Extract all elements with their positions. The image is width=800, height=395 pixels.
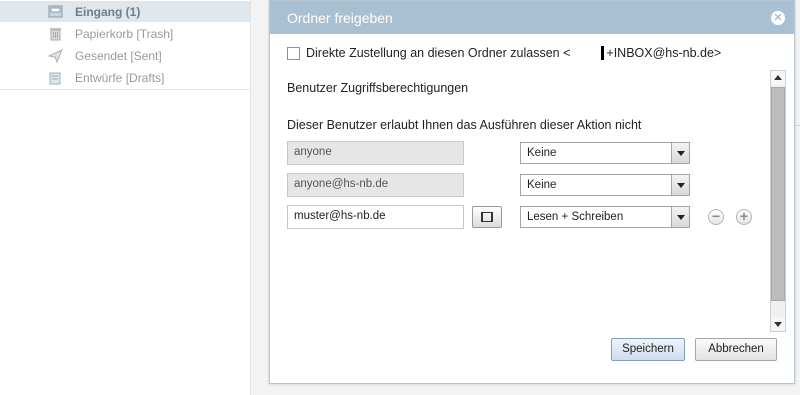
rights-select[interactable]: Keine — [520, 142, 690, 164]
folder-label: Eingang (1) — [75, 4, 141, 19]
scroll-up-arrow-icon[interactable] — [771, 71, 785, 85]
permissions-panel: Benutzer Zugriffsberechtigungen Dieser B… — [278, 69, 786, 333]
share-folder-dialog: Ordner freigeben ✕ Direkte Zustellung an… — [269, 0, 795, 384]
permission-row: muster@hs-nb.de Lesen + Schreiben − + — [287, 205, 757, 229]
rights-select-value: Keine — [527, 179, 557, 191]
folder-label: Gesendet [Sent] — [75, 48, 162, 63]
cancel-button[interactable]: Abbrechen — [695, 338, 777, 361]
folder-item-inbox[interactable]: Eingang (1) — [0, 1, 250, 22]
direct-delivery-option: Direkte Zustellung an diesen Ordner zula… — [287, 45, 721, 61]
close-icon[interactable]: ✕ — [771, 11, 785, 25]
scroll-down-arrow-icon[interactable] — [771, 317, 785, 331]
drafts-icon — [49, 72, 61, 85]
direct-delivery-checkbox[interactable] — [287, 46, 300, 60]
direct-delivery-label-prefix: Direkte Zustellung an diesen Ordner zula… — [306, 46, 571, 60]
remove-row-button[interactable]: − — [708, 209, 724, 225]
info-text: Dieser Benutzer erlaubt Ihnen das Ausfüh… — [287, 118, 642, 132]
user-input[interactable]: muster@hs-nb.de — [287, 205, 464, 229]
folder-item-sent[interactable]: Gesendet [Sent] — [0, 45, 250, 66]
trash-icon — [50, 28, 61, 41]
permission-row: anyone@hs-nb.de Keine — [287, 173, 757, 197]
user-field: anyone — [287, 141, 464, 165]
chevron-down-icon[interactable] — [671, 207, 689, 227]
vertical-scrollbar[interactable] — [770, 70, 786, 332]
direct-delivery-label-suffix: +INBOX@hs-nb.de> — [606, 46, 722, 60]
dialog-title: Ordner freigeben — [287, 10, 393, 26]
chevron-down-icon[interactable] — [671, 143, 689, 163]
divider — [0, 89, 250, 90]
folder-list: Eingang (1) Papierkorb [Trash] Gesendet … — [0, 0, 250, 395]
address-book-icon — [481, 212, 493, 222]
section-title: Benutzer Zugriffsberechtigungen — [287, 81, 469, 95]
chevron-down-icon[interactable] — [671, 175, 689, 195]
sent-icon — [48, 49, 63, 63]
inbox-icon — [48, 5, 63, 18]
folder-item-drafts[interactable]: Entwürfe [Drafts] — [0, 67, 250, 88]
folder-label: Entwürfe [Drafts] — [75, 70, 165, 85]
scrollbar-thumb[interactable] — [771, 87, 785, 301]
folder-label: Papierkorb [Trash] — [75, 26, 174, 41]
folder-item-trash[interactable]: Papierkorb [Trash] — [0, 23, 250, 44]
permission-row: anyone Keine — [287, 141, 757, 165]
rights-select[interactable]: Keine — [520, 174, 690, 196]
save-button[interactable]: Speichern — [611, 338, 685, 361]
app-window: Eingang (1) Papierkorb [Trash] Gesendet … — [0, 0, 800, 395]
user-field: anyone@hs-nb.de — [287, 173, 464, 197]
rights-select-value: Lesen + Schreiben — [527, 211, 624, 223]
rights-select[interactable]: Lesen + Schreiben — [520, 206, 690, 228]
rights-select-value: Keine — [527, 147, 557, 159]
add-row-button[interactable]: + — [736, 209, 752, 225]
dialog-header: Ordner freigeben ✕ — [270, 1, 794, 34]
address-book-button[interactable] — [472, 206, 502, 228]
redacted-username — [572, 46, 605, 60]
